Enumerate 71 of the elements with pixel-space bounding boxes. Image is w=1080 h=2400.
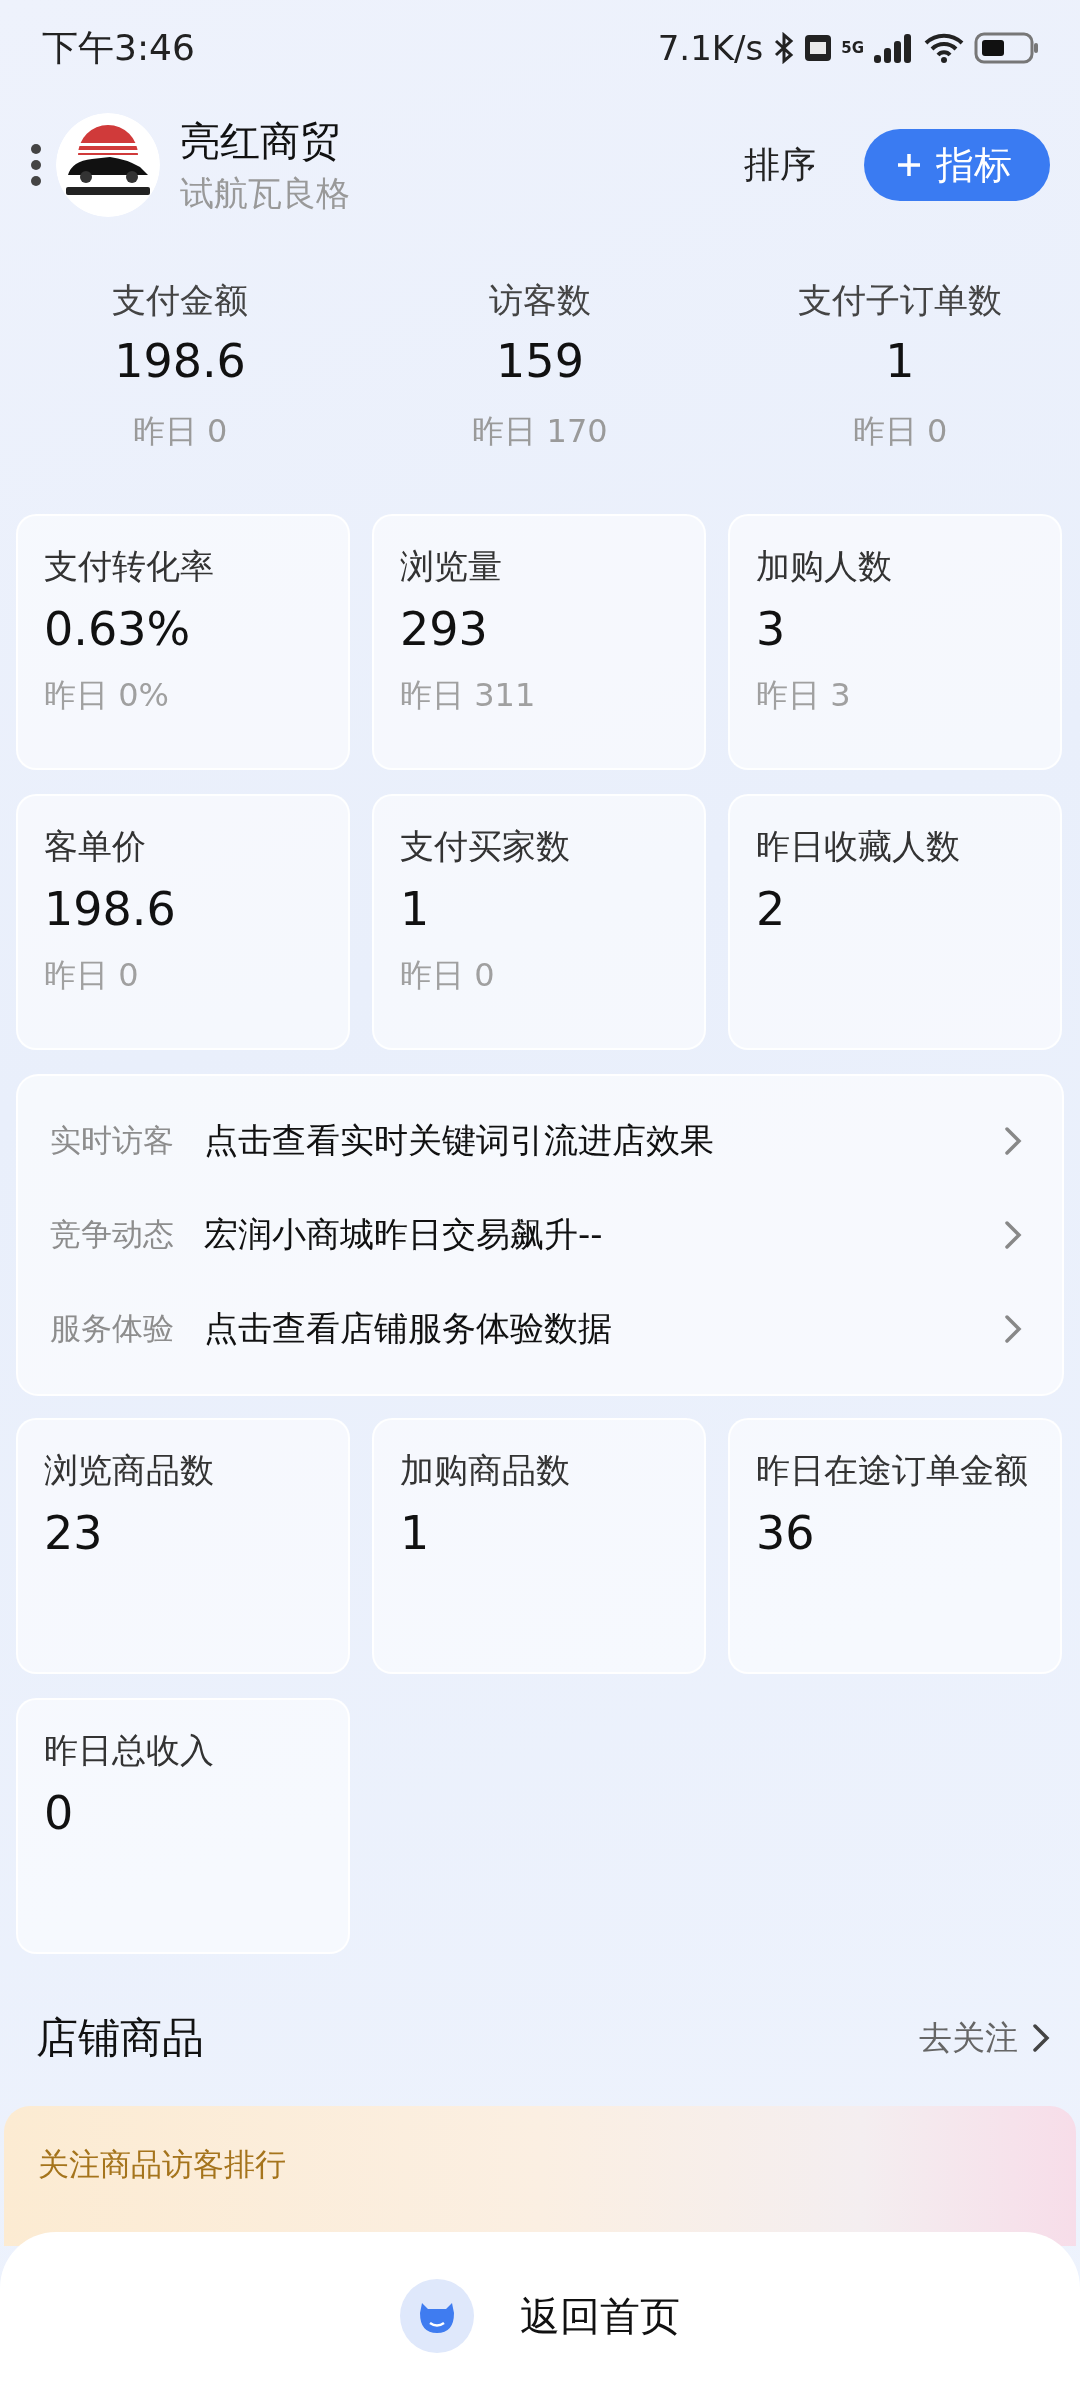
- metric-card[interactable]: 昨日总收入 0: [16, 1698, 350, 1954]
- yesterday-value: 昨日 311: [400, 675, 537, 716]
- battery-icon: [974, 32, 1040, 64]
- summary-label: 支付子订单数: [798, 279, 1002, 322]
- signal-icon: [874, 33, 914, 63]
- home-button[interactable]: 返回首页: [394, 2278, 686, 2354]
- metric-value: 2: [756, 882, 787, 936]
- summary-label: 访客数: [489, 279, 591, 322]
- section-title: 店铺商品: [36, 2012, 204, 2064]
- metric-label: 浏览量: [400, 545, 503, 588]
- metric-card[interactable]: 昨日在途订单金额 36: [728, 1418, 1062, 1674]
- add-metric-button[interactable]: 指标: [864, 129, 1050, 201]
- summary-label: 支付金额: [112, 279, 248, 322]
- yesterday-value: 昨日 0: [132, 411, 228, 452]
- metric-card[interactable]: 支付买家数 1 昨日 0: [372, 794, 706, 1050]
- summary-value: 159: [496, 334, 584, 388]
- metric-card[interactable]: 客单价 198.6 昨日 0: [16, 794, 350, 1050]
- network-type: 5G: [841, 40, 864, 56]
- metric-label: 支付买家数: [400, 825, 571, 868]
- insight-label: 实时访客: [50, 1121, 175, 1160]
- metric-value: 0.63%: [44, 602, 192, 656]
- metric-label: 加购商品数: [400, 1449, 571, 1492]
- metric-label: 昨日收藏人数: [756, 825, 961, 868]
- metric-value: 3: [756, 602, 787, 656]
- shop-name: 亮红商贸: [180, 116, 341, 166]
- metric-value: 293: [400, 602, 489, 656]
- metric-card[interactable]: 昨日收藏人数 2: [728, 794, 1062, 1050]
- sort-button[interactable]: 排序: [736, 132, 824, 198]
- metric-card[interactable]: 支付转化率 0.63% 昨日 0%: [16, 514, 350, 770]
- network-speed: 7.1K/s: [657, 28, 764, 68]
- metric-value: 1: [400, 1506, 431, 1560]
- follow-link[interactable]: 去关注: [919, 2015, 1050, 2061]
- metric-label: 加购人数: [756, 545, 893, 588]
- plus-icon: [896, 152, 922, 178]
- metric-value: 1: [400, 882, 431, 936]
- metric-label: 支付转化率: [44, 545, 215, 588]
- yesterday-value: 昨日 170: [472, 411, 608, 452]
- ranking-banner[interactable]: 关注商品访客排行: [4, 2106, 1076, 2246]
- yesterday-value: 昨日 0%: [44, 675, 170, 716]
- yesterday-value: 昨日 0: [852, 411, 948, 452]
- metric-card[interactable]: 浏览商品数 23: [16, 1418, 350, 1674]
- chevron-right-icon: [1032, 2023, 1050, 2053]
- chevron-right-icon: [1004, 1314, 1022, 1344]
- summary-value: 1: [885, 334, 915, 388]
- metric-value: 0: [44, 1786, 75, 1840]
- insight-label: 服务体验: [50, 1309, 175, 1348]
- metric-label: 浏览商品数: [44, 1449, 215, 1492]
- metric-card[interactable]: 加购商品数 1: [372, 1418, 706, 1674]
- bluetooth-icon: [773, 32, 796, 64]
- chevron-right-icon: [1004, 1220, 1022, 1250]
- shop-subtitle: 试航瓦良格: [180, 171, 351, 215]
- metric-card[interactable]: 浏览量 293 昨日 311: [372, 514, 706, 770]
- metric-value: 198.6: [44, 882, 177, 936]
- insight-link[interactable]: 点击查看店铺服务体验数据: [204, 1306, 1004, 1352]
- yesterday-value: 昨日 0: [400, 955, 496, 996]
- metric-value: 36: [756, 1506, 816, 1560]
- yesterday-value: 昨日 0: [44, 955, 140, 996]
- metric-label: 昨日总收入: [44, 1729, 215, 1772]
- metric-label: 昨日在途订单金额: [756, 1449, 1029, 1492]
- yesterday-value: 昨日 3: [756, 675, 852, 716]
- status-time: 下午3:46: [42, 25, 195, 70]
- metric-label: 客单价: [44, 825, 147, 868]
- summary-value: 198.6: [114, 334, 246, 388]
- metric-value: 23: [44, 1506, 104, 1560]
- metric-card[interactable]: 加购人数 3 昨日 3: [728, 514, 1062, 770]
- chevron-right-icon: [1004, 1126, 1022, 1156]
- more-icon[interactable]: [30, 143, 42, 187]
- insight-link[interactable]: 点击查看实时关键词引流进店效果: [204, 1118, 1004, 1164]
- insight-link[interactable]: 宏润小商城昨日交易飙升--: [204, 1212, 1004, 1258]
- insight-label: 竞争动态: [50, 1215, 175, 1254]
- wifi-icon: [924, 33, 964, 63]
